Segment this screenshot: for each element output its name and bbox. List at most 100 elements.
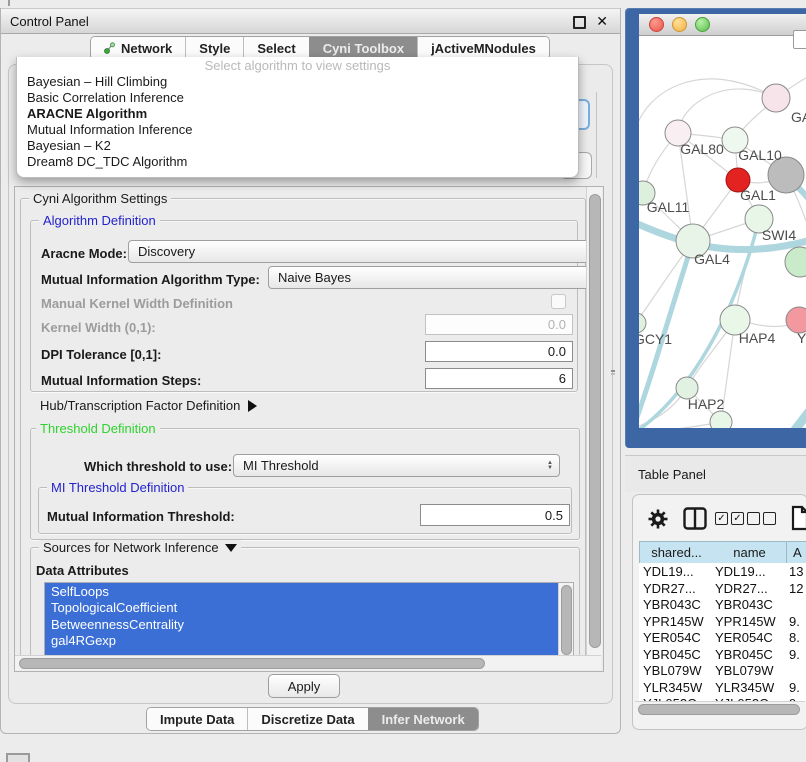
settings-horizontal-scrollbar[interactable] <box>15 655 601 670</box>
groupbox-edge-fragment <box>596 92 597 178</box>
control-panel-titlebar[interactable]: Control Panel ✕ <box>1 8 620 34</box>
mi-threshold-title: MI Threshold Definition <box>47 480 188 495</box>
table-horizontal-scrollbar[interactable] <box>635 701 805 716</box>
screen: Control Panel ✕ Network Style Select Cyn… <box>0 0 806 762</box>
table-panel-header: Table Panel <box>625 455 806 492</box>
node-gal-top[interactable] <box>762 84 790 112</box>
tab-impute-data[interactable]: Impute Data <box>147 708 247 730</box>
mi-steps-value: 6 <box>559 371 566 386</box>
hub-definition-expander[interactable]: Hub/Transcription Factor Definition <box>40 398 257 413</box>
window-title: Control Panel <box>1 14 89 29</box>
node-label: GAL1 <box>740 187 776 203</box>
algorithm-definition-title: Algorithm Definition <box>39 213 160 228</box>
mi-threshold-label: Mutual Information Threshold: <box>47 509 235 524</box>
mac-minimize-icon[interactable] <box>672 17 687 32</box>
dpi-tolerance-field[interactable]: 0.0 <box>425 341 573 362</box>
mi-steps-field[interactable]: 6 <box>425 368 573 389</box>
table-cell: YBL079W <box>715 663 783 678</box>
column-header-label: name <box>733 545 766 560</box>
node-bottom[interactable] <box>710 411 732 428</box>
dropdown-item-selected[interactable]: ARACNE Algorithm <box>17 106 578 122</box>
settings-vscroll-thumb[interactable] <box>589 194 601 648</box>
tab-network[interactable]: Network <box>91 37 185 59</box>
list-scrollbar-thumb[interactable] <box>561 585 572 655</box>
expander-down-arrow-icon <box>225 544 237 552</box>
table-cell: YBR045C <box>643 647 711 662</box>
expander-right-arrow-icon <box>248 400 257 412</box>
tab-select[interactable]: Select <box>243 37 308 59</box>
data-attributes-list[interactable]: SelfLoops TopologicalCoefficient Between… <box>44 582 574 658</box>
tab-discretize-data[interactable]: Discretize Data <box>247 708 367 730</box>
settings-hscroll-thumb[interactable] <box>19 658 485 669</box>
table-hscroll-thumb[interactable] <box>638 704 800 715</box>
floating-panel-fragment[interactable] <box>6 753 30 762</box>
node-labels: GAL GAL80 GAL10 GAL1 GAL11 SWI4 GAL4 GCY… <box>639 109 806 412</box>
network-canvas[interactable]: GAL GAL80 GAL10 GAL1 GAL11 SWI4 GAL4 GCY… <box>639 36 806 428</box>
mi-type-label: Mutual Information Algorithm Type: <box>41 272 260 287</box>
float-window-icon[interactable] <box>573 16 586 29</box>
column-header-name[interactable]: name <box>713 541 787 564</box>
settings-gear-icon[interactable] <box>647 508 669 530</box>
list-item[interactable]: SelfLoops <box>45 583 558 600</box>
list-item[interactable]: BetweennessCentrality <box>45 616 558 633</box>
manual-kernel-checkbox[interactable] <box>551 294 566 309</box>
kernel-width-value: 0.0 <box>548 317 566 332</box>
table-cell: YDR27... <box>715 581 783 596</box>
network-window-titlebar[interactable] <box>639 14 806 36</box>
apply-button[interactable]: Apply <box>268 674 340 698</box>
node-label: SWI4 <box>762 227 796 243</box>
mi-threshold-field[interactable]: 0.5 <box>420 504 570 526</box>
table-body[interactable]: YDL19... YDL19... 13 YDR27... YDR27... 1… <box>639 563 806 701</box>
columns-icon[interactable] <box>683 507 707 530</box>
mac-close-icon[interactable] <box>649 17 664 32</box>
column-header-label: shared... <box>651 545 702 560</box>
which-threshold-combo[interactable]: MI Threshold ▲▼ <box>233 454 560 477</box>
column-header-shared[interactable]: shared... <box>639 541 714 564</box>
dropdown-item[interactable]: Mutual Information Inference <box>17 122 578 138</box>
table-cell: YBR045C <box>715 647 783 662</box>
deselect-all-checks-icon[interactable] <box>747 512 776 525</box>
table-cell: 13 <box>789 564 806 579</box>
list-item[interactable]: gal4RGexp <box>45 633 558 650</box>
node-gcy1[interactable] <box>639 313 646 333</box>
tab-style[interactable]: Style <box>185 37 243 59</box>
table-panel-title: Table Panel <box>625 467 706 482</box>
table-cell: YER054C <box>715 630 783 645</box>
panel-splitter-handle[interactable] <box>610 370 615 377</box>
list-item-label: TopologicalCoefficient <box>51 600 177 615</box>
tab-infer-network[interactable]: Infer Network <box>368 708 478 730</box>
column-header-extra[interactable]: A <box>787 541 806 564</box>
kernel-width-label: Kernel Width (0,1): <box>41 320 156 335</box>
manual-kernel-label: Manual Kernel Width Definition <box>41 296 233 311</box>
list-item-label: BetweennessCentrality <box>51 617 184 632</box>
data-attributes-label: Data Attributes <box>36 563 129 578</box>
close-icon[interactable]: ✕ <box>596 14 608 28</box>
list-scrollbar[interactable] <box>558 583 573 657</box>
aracne-mode-combo[interactable]: Discovery ▲▼ <box>128 240 601 263</box>
table-cell: YDL19... <box>715 564 783 579</box>
settings-vertical-scrollbar[interactable] <box>586 187 602 655</box>
hub-definition-label: Hub/Transcription Factor Definition <box>40 398 240 413</box>
tab-infer-label: Infer Network <box>382 712 465 727</box>
aracne-mode-label: Aracne Mode: <box>41 246 127 261</box>
canvas-scroll-fragment[interactable] <box>793 30 806 49</box>
dropdown-item[interactable]: Bayesian – Hill Climbing <box>17 74 578 90</box>
export-file-icon[interactable] <box>791 505 806 531</box>
tab-cyni-toolbox[interactable]: Cyni Toolbox <box>309 37 417 59</box>
dropdown-item[interactable]: Dream8 DC_TDC Algorithm <box>17 154 578 170</box>
node-green-right[interactable] <box>785 247 806 277</box>
dropdown-item[interactable]: Basic Correlation Inference <box>17 90 578 106</box>
select-all-checks-icon[interactable]: ✓✓ <box>715 512 744 525</box>
stepper-arrows-icon: ▲▼ <box>547 461 553 471</box>
sources-expander[interactable]: Sources for Network Inference <box>39 540 241 555</box>
table-panel-window: ✓✓ shared... name A YDL19... YDL19... 13… <box>632 494 806 730</box>
mac-zoom-icon[interactable] <box>695 17 710 32</box>
which-threshold-label: Which threshold to use: <box>84 459 232 474</box>
mi-type-combo[interactable]: Naive Bayes ▲▼ <box>268 266 601 289</box>
dropdown-item[interactable]: Bayesian – K2 <box>17 138 578 154</box>
kernel-width-field[interactable]: 0.0 <box>425 314 573 335</box>
list-item[interactable]: TopologicalCoefficient <box>45 600 558 617</box>
tab-jactivemnodules[interactable]: jActiveMNodules <box>417 37 549 59</box>
table-cell: 12 <box>789 581 806 596</box>
tab-discretize-label: Discretize Data <box>261 712 354 727</box>
